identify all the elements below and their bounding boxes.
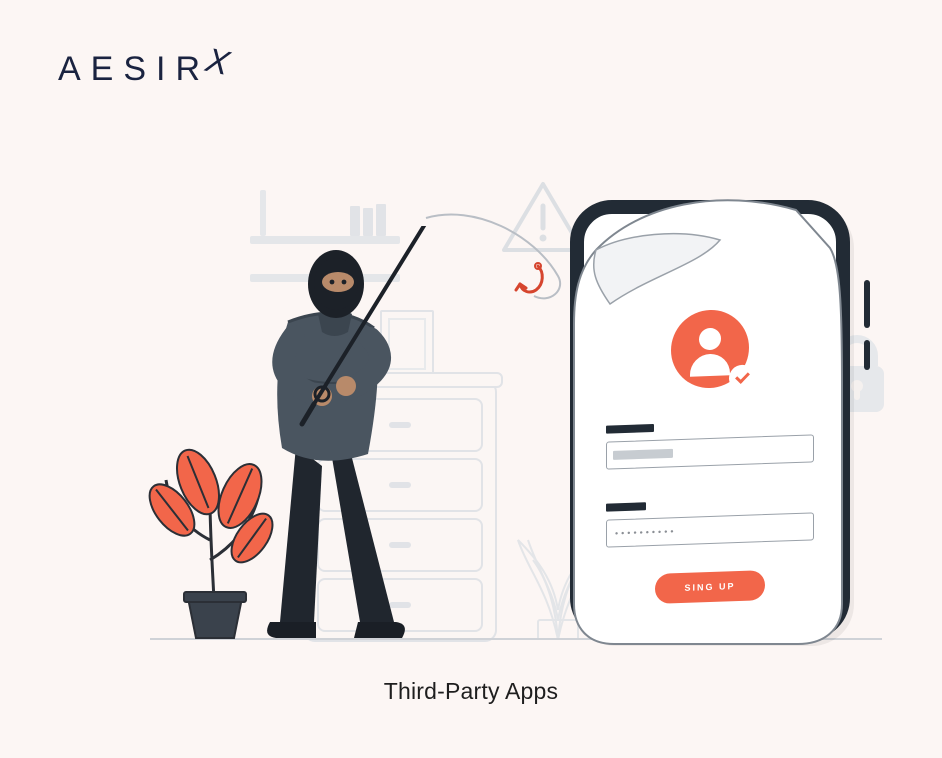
password-label [606,502,646,511]
caption-text: Third-Party Apps [0,678,942,705]
username-label [606,424,654,434]
brand-logo-suffix: X [202,41,242,86]
login-form: •••••••••• SING UP [606,306,814,613]
signup-button[interactable]: SING UP [655,570,765,604]
signup-button-label: SING UP [684,581,735,593]
fish-hook-icon [508,260,552,304]
phone-side-button [864,280,870,328]
user-avatar-icon [671,309,749,390]
thief-illustration [210,226,470,640]
brand-logo: AESIRX [58,50,239,89]
phone-side-button [864,340,870,370]
check-icon [731,366,753,389]
username-input[interactable] [606,434,814,469]
illustration-card: AESIRX [0,0,942,758]
brand-logo-text: AESIR [58,50,210,89]
password-dots: •••••••••• [615,526,677,538]
phone-illustration: •••••••••• SING UP [570,200,850,640]
phone-notch [655,214,765,236]
password-input[interactable]: •••••••••• [606,512,814,547]
